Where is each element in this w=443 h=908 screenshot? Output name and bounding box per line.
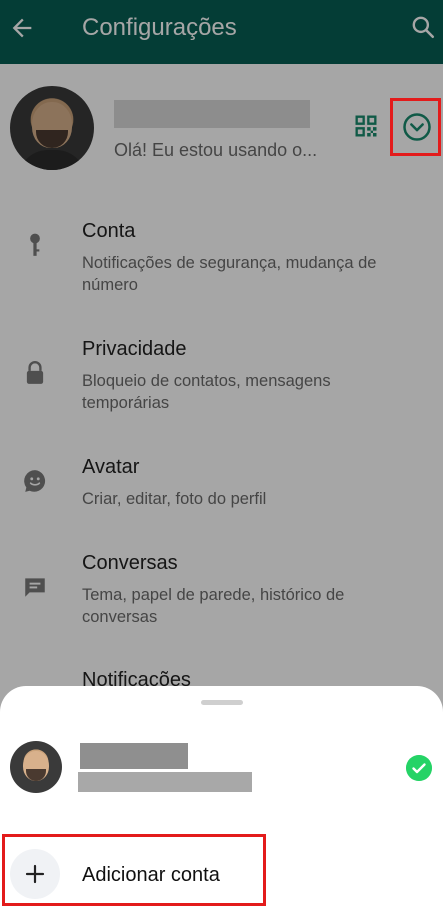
account-number-redacted [78, 772, 252, 792]
highlight-box-add-account [2, 834, 266, 906]
account-name-redacted [80, 743, 188, 769]
check-icon [406, 755, 432, 781]
accounts-bottom-sheet: Adicionar conta [0, 686, 443, 908]
highlight-box-expand [390, 98, 441, 156]
account-avatar [10, 741, 62, 793]
sheet-drag-handle[interactable] [201, 700, 243, 705]
